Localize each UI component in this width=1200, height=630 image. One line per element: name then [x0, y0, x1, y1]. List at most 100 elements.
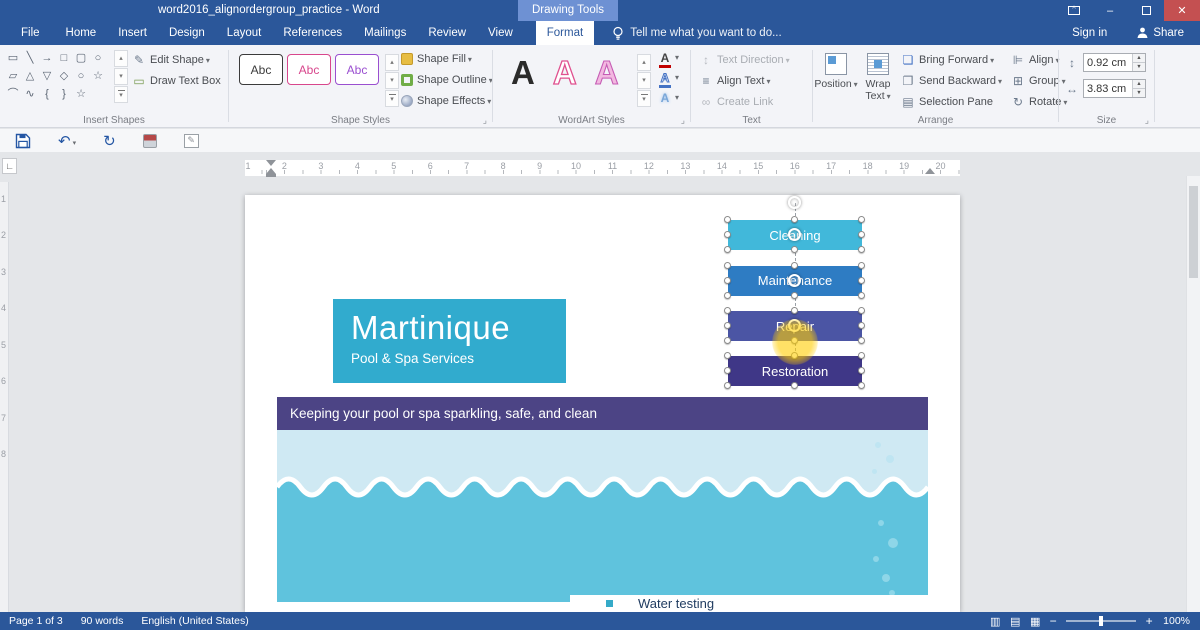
contextual-tab-group-header[interactable]: Drawing Tools: [518, 0, 619, 21]
share-button[interactable]: Share: [1121, 27, 1200, 39]
shape-glyph[interactable]: ☆: [91, 67, 105, 85]
draw-pen-icon[interactable]: ✎: [183, 133, 199, 148]
selection-handle[interactable]: [791, 261, 798, 269]
tab-mailings[interactable]: Mailings: [353, 21, 417, 45]
gallery-up-icon[interactable]: ▴: [114, 50, 128, 67]
tagline-banner[interactable]: Keeping your pool or spa sparkling, safe…: [277, 397, 928, 430]
vertical-scrollbar[interactable]: [1186, 176, 1200, 612]
styles-down-icon[interactable]: ▾: [385, 72, 399, 89]
selection-handle[interactable]: [858, 337, 865, 344]
shape-glyph[interactable]: ▭: [6, 49, 20, 67]
document-page[interactable]: Martinique Pool & Spa Services Keeping y…: [245, 195, 960, 612]
shape-glyph[interactable]: ☆: [74, 85, 88, 103]
services-list-box[interactable]: Water testing: [570, 595, 928, 612]
touch-mode-icon[interactable]: [142, 133, 157, 148]
right-indent-marker[interactable]: [925, 168, 935, 174]
selection-handle[interactable]: [724, 216, 731, 223]
wordart-sample[interactable]: A: [511, 47, 535, 99]
selection-pane-button[interactable]: ▤ Selection Pane: [901, 95, 993, 109]
shape-glyph[interactable]: ⌒: [6, 85, 20, 103]
shape-glyph[interactable]: ╲: [23, 49, 37, 67]
zoom-slider[interactable]: [1066, 616, 1137, 626]
tab-file[interactable]: File: [6, 21, 55, 45]
selection-handle[interactable]: [858, 246, 865, 253]
selection-handle[interactable]: [724, 352, 731, 359]
maximize-button[interactable]: [1128, 0, 1164, 21]
selection-handle[interactable]: [791, 337, 798, 344]
water-graphic[interactable]: [277, 430, 928, 602]
rotation-handle[interactable]: [788, 228, 801, 241]
selection-handle[interactable]: [858, 322, 865, 329]
shape-glyph[interactable]: ○: [74, 67, 88, 85]
shape-glyph[interactable]: {: [40, 85, 54, 103]
selection-handle[interactable]: [858, 276, 865, 284]
selection-handle[interactable]: [724, 307, 731, 314]
selection-handle[interactable]: [724, 261, 731, 269]
width-up-icon[interactable]: ▲: [1133, 80, 1145, 89]
shape-outline-button[interactable]: Shape Outline: [401, 74, 493, 86]
shape-style-thumbnail[interactable]: Abc: [335, 54, 379, 85]
position-button[interactable]: Position: [814, 49, 856, 123]
selection-handle[interactable]: [724, 276, 731, 284]
wordart-sample[interactable]: A: [594, 47, 619, 99]
first-line-indent-marker[interactable]: [266, 160, 276, 166]
redo-button[interactable]: ↻: [103, 132, 116, 150]
tab-design[interactable]: Design: [158, 21, 216, 45]
wrap-text-button[interactable]: Wrap Text: [858, 49, 898, 123]
selection-handle[interactable]: [791, 382, 798, 389]
selection-handle[interactable]: [791, 307, 798, 314]
shape-height-input[interactable]: [1084, 54, 1132, 71]
selection-handle[interactable]: [724, 322, 731, 329]
zoom-slider-thumb[interactable]: [1099, 616, 1104, 626]
selection-handle[interactable]: [858, 382, 865, 389]
shape-style-thumbnail[interactable]: Abc: [287, 54, 331, 85]
selection-handle[interactable]: [791, 352, 798, 359]
wordart-sample[interactable]: A: [552, 47, 577, 99]
selection-handle[interactable]: [858, 352, 865, 359]
tab-review[interactable]: Review: [417, 21, 477, 45]
align-text-button[interactable]: ≡ Align Text: [699, 74, 771, 88]
selection-handle[interactable]: [791, 291, 798, 299]
shape-glyph[interactable]: □: [57, 49, 71, 67]
text-outline-button[interactable]: A: [659, 71, 679, 88]
brand-text-box[interactable]: Martinique Pool & Spa Services: [333, 299, 566, 383]
selection-handle[interactable]: [724, 337, 731, 344]
send-backward-button[interactable]: ❐ Send Backward: [901, 74, 1002, 88]
zoom-level[interactable]: 100%: [1157, 615, 1200, 627]
shape-glyph[interactable]: }: [57, 85, 71, 103]
vertical-ruler[interactable]: 1 2 3 4 5 6 7 8: [0, 182, 9, 612]
edit-shape-button[interactable]: ✎ Edit Shape: [132, 53, 210, 67]
selection-handle[interactable]: [724, 231, 731, 238]
selection-handle[interactable]: [724, 246, 731, 253]
styles-more-icon[interactable]: ▾: [385, 90, 399, 107]
tab-home[interactable]: Home: [55, 21, 108, 45]
print-layout-icon[interactable]: ▤: [1005, 615, 1025, 628]
text-direction-button[interactable]: ↕ Text Direction: [699, 53, 790, 67]
rotation-handle[interactable]: [788, 196, 801, 209]
selection-handle[interactable]: [858, 216, 865, 223]
shape-effects-button[interactable]: Shape Effects: [401, 95, 491, 107]
bring-forward-button[interactable]: ❏ Bring Forward: [901, 53, 994, 67]
selection-handle[interactable]: [858, 367, 865, 374]
wordart-up-icon[interactable]: ▴: [637, 54, 651, 71]
scrollbar-thumb[interactable]: [1189, 186, 1198, 278]
shape-glyph[interactable]: ∿: [23, 85, 37, 103]
web-layout-icon[interactable]: ▦: [1025, 615, 1045, 628]
tab-layout[interactable]: Layout: [216, 21, 273, 45]
styles-up-icon[interactable]: ▴: [385, 54, 399, 71]
word-count[interactable]: 90 words: [72, 612, 133, 630]
save-icon[interactable]: [15, 133, 31, 149]
selection-handle[interactable]: [791, 246, 798, 253]
horizontal-ruler[interactable]: 1 2 3 4 5 6 7 8 9 10 11 12 13 14 15 16 17 18 19 20: [245, 160, 960, 176]
selection-handle[interactable]: [791, 216, 798, 223]
width-down-icon[interactable]: ▼: [1133, 89, 1145, 97]
rotation-handle[interactable]: [788, 273, 801, 287]
selection-handle[interactable]: [724, 382, 731, 389]
height-down-icon[interactable]: ▼: [1133, 63, 1145, 71]
left-indent-marker[interactable]: [266, 174, 276, 177]
shape-fill-button[interactable]: Shape Fill: [401, 53, 472, 65]
selection-handle[interactable]: [858, 231, 865, 238]
shape-glyph[interactable]: →: [40, 49, 54, 67]
gallery-more-icon[interactable]: ▾: [114, 86, 128, 103]
rotation-handle[interactable]: [788, 319, 801, 332]
